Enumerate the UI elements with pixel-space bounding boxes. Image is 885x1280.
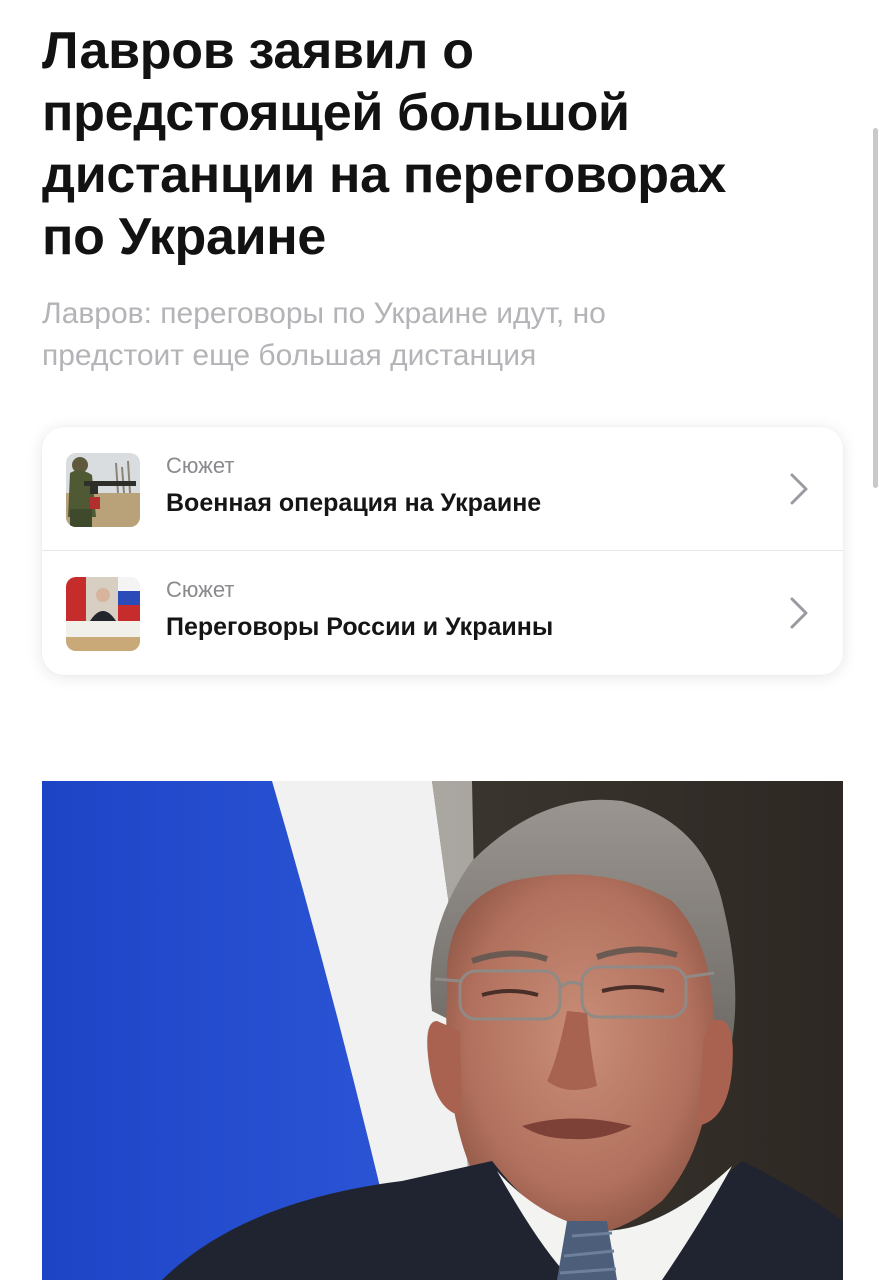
story-kicker: Сюжет: [166, 577, 235, 602]
meeting-photo-thumbnail: [66, 577, 140, 651]
chevron-right-icon: [790, 473, 808, 505]
related-stories-card: Сюжет Военная операция на Украине Сюжет …: [42, 427, 843, 675]
page-scrollbar[interactable]: [873, 128, 878, 488]
subtitle-line-1: Лавров: переговоры по Украине идут, но: [42, 297, 606, 330]
chevron-right-icon: [790, 597, 808, 629]
headline-line-1: Лавров заявил о: [42, 22, 474, 80]
soldier-photo-thumbnail: [66, 453, 140, 527]
story-kicker: Сюжет: [166, 453, 235, 478]
subtitle-line-2: предстоит еще большая дистанция: [42, 339, 537, 372]
headline-line-3: дистанции на переговорах: [42, 146, 727, 204]
story-link-military-operation[interactable]: Сюжет Военная операция на Украине: [42, 427, 843, 551]
story-title: Переговоры России и Украины: [166, 613, 554, 641]
lavrov-portrait-photo[interactable]: [42, 781, 843, 1280]
story-link-negotiations[interactable]: Сюжет Переговоры России и Украины: [42, 551, 843, 675]
story-title: Военная операция на Украине: [166, 489, 542, 517]
article-subtitle: Лавров: переговоры по Украине идут, но п…: [42, 293, 802, 377]
headline-line-2: предстоящей большой: [42, 84, 630, 142]
headline-line-4: по Украине: [42, 208, 326, 266]
article-headline: Лавров заявил о предстоящей большой дист…: [42, 20, 842, 268]
